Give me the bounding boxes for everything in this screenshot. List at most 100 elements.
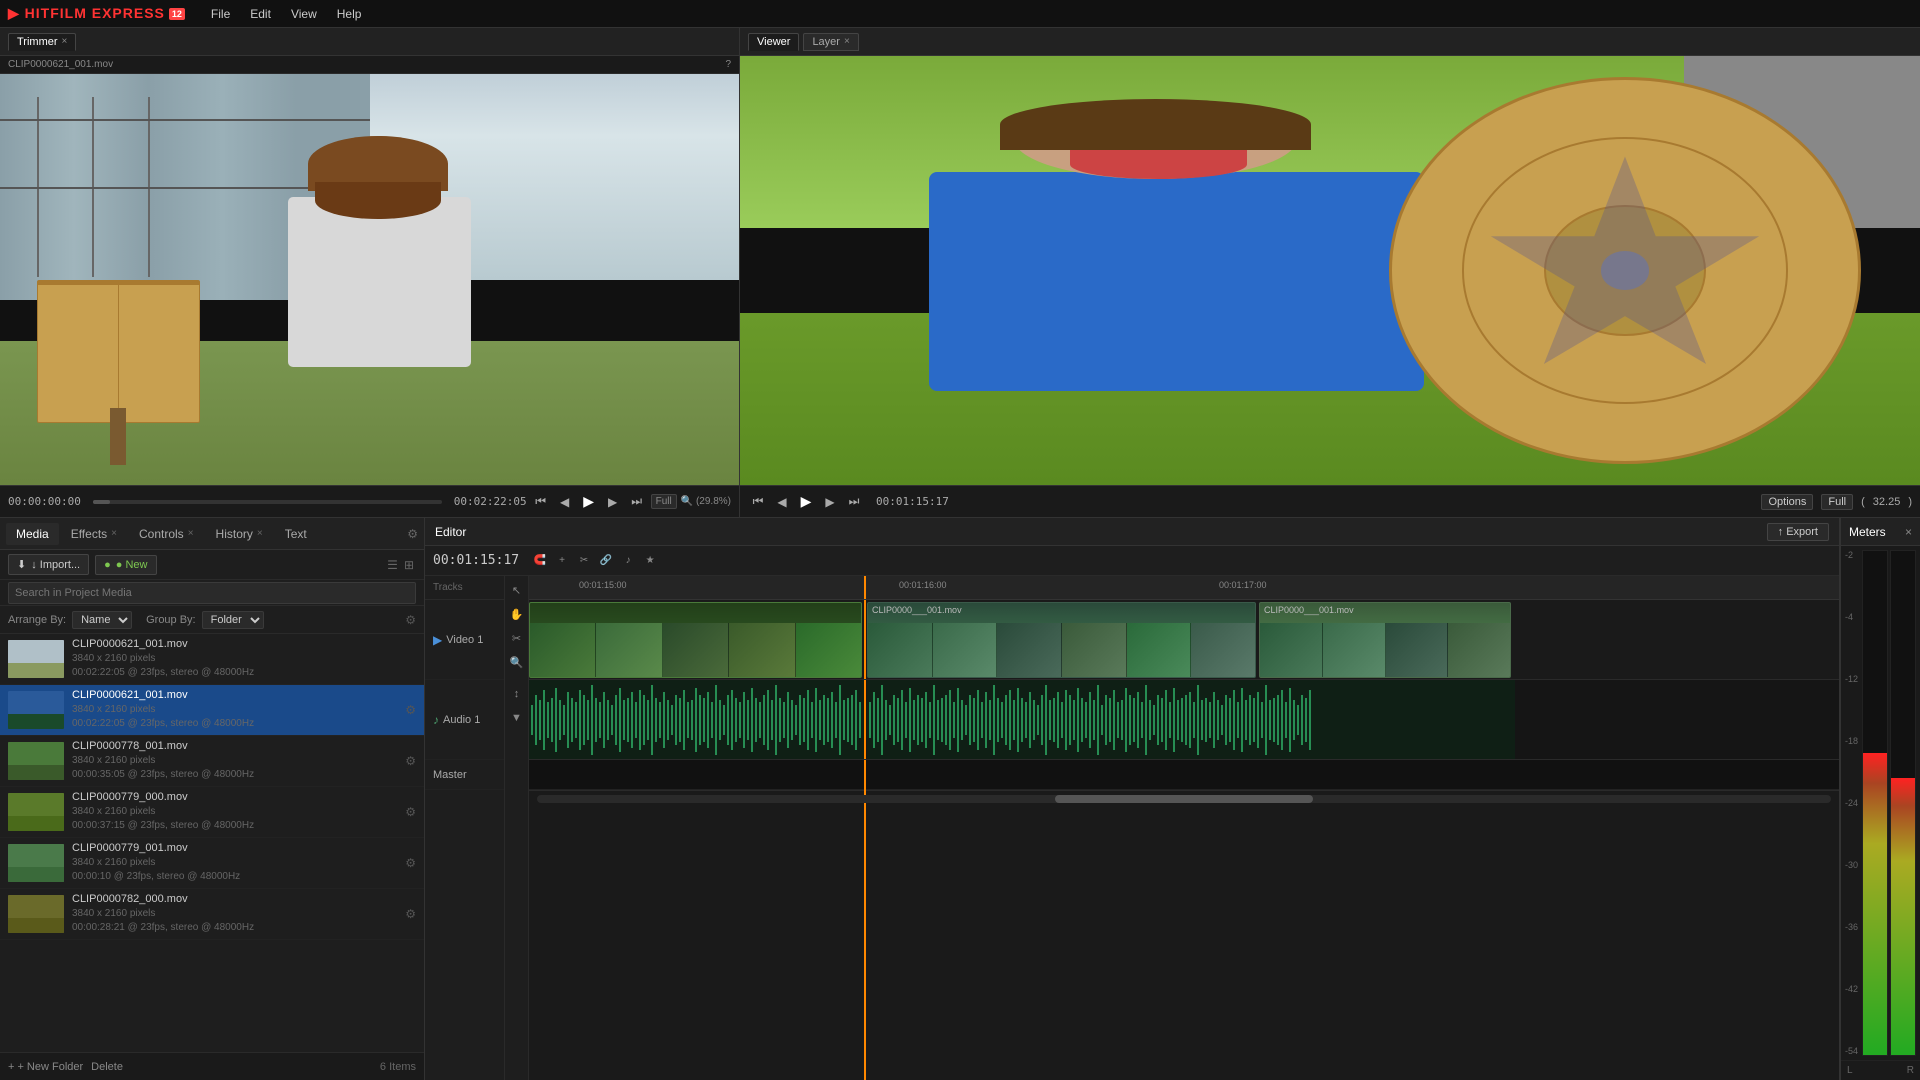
list-item[interactable]: CLIP0000621_001.mov 3840 x 2160 pixels00… — [0, 634, 424, 685]
arrange-settings-icon[interactable]: ⚙ — [405, 613, 416, 627]
new-folder-button[interactable]: + + New Folder — [8, 1061, 83, 1073]
viewer-step-back-btn[interactable]: ◀ — [772, 492, 792, 512]
search-bar — [0, 580, 424, 606]
step-back-btn[interactable]: ◀ — [555, 492, 575, 512]
editor-panel: Editor ↑ Export 00:01:15:17 🧲 + ✂ 🔗 ♪ ★ … — [425, 518, 1840, 1080]
effects-tab-close[interactable]: × — [111, 528, 117, 539]
next-frame-btn[interactable]: ⏭ — [627, 492, 647, 512]
tab-controls[interactable]: Controls × — [129, 523, 204, 545]
tool-down[interactable]: ▼ — [507, 708, 527, 728]
trimmer-zoom-controls: Full 🔍 (29.8%) — [651, 494, 731, 509]
viewer-zoom-value: 32.25 — [1873, 496, 1901, 508]
tab-media[interactable]: Media — [6, 523, 59, 545]
trimmer-panel: Trimmer × CLIP0000621_001.mov ? — [0, 28, 740, 517]
viewer-full-btn[interactable]: Full — [1821, 494, 1853, 510]
media-gear-5[interactable]: ⚙ — [405, 856, 416, 870]
editor-add-btn[interactable]: + — [553, 552, 571, 570]
panel-settings-icon[interactable]: ⚙ — [407, 527, 418, 541]
menu-view[interactable]: View — [281, 0, 327, 28]
tool-spacer[interactable]: ↕ — [507, 684, 527, 704]
scroll-track[interactable] — [537, 795, 1831, 803]
layer-tab[interactable]: Layer × — [803, 33, 858, 51]
viewer-play-btn[interactable]: ▶ — [796, 492, 816, 512]
timeline-ruler[interactable]: 00:01:15:00 00:01:16:00 00:01:17:00 — [529, 576, 1839, 600]
tab-effects[interactable]: Effects × — [61, 523, 127, 545]
audio-track-icon: ♪ — [433, 713, 439, 727]
list-item[interactable]: CLIP0000779_000.mov 3840 x 2160 pixels00… — [0, 787, 424, 838]
editor-time: 00:01:15:17 — [433, 553, 519, 568]
viewer-options-btn[interactable]: Options — [1761, 494, 1813, 510]
media-info-1: CLIP0000621_001.mov 3840 x 2160 pixels00… — [72, 638, 416, 680]
delete-button[interactable]: Delete — [91, 1061, 123, 1073]
step-forward-btn[interactable]: ▶ — [603, 492, 623, 512]
tab-text[interactable]: Text — [275, 523, 317, 545]
tool-zoom[interactable]: 🔍 — [507, 652, 527, 672]
video-track-icon: ▶ — [433, 633, 442, 647]
editor-scissor-btn[interactable]: ✂ — [575, 552, 593, 570]
play-btn[interactable]: ▶ — [579, 492, 599, 512]
new-button[interactable]: ● ● New — [95, 555, 156, 575]
viewer-time: 00:01:15:17 — [876, 495, 949, 508]
trimmer-zoom-icon[interactable]: 🔍 (29.8%) — [681, 496, 731, 507]
editor-audio-btn[interactable]: ♪ — [619, 552, 637, 570]
export-button[interactable]: ↑ Export — [1767, 523, 1829, 541]
layer-tab-close[interactable]: × — [844, 36, 850, 47]
arrange-by-select[interactable]: Name — [72, 611, 132, 629]
meters-close-btn[interactable]: × — [1905, 525, 1912, 539]
import-button[interactable]: ⬇ ↓ Import... — [8, 554, 89, 575]
playhead-ruler — [864, 576, 866, 599]
trimmer-scrub-bar[interactable] — [93, 500, 442, 504]
media-gear-6[interactable]: ⚙ — [405, 907, 416, 921]
viewer-prev-btn[interactable]: ⏮ — [748, 492, 768, 512]
viewer-next-btn[interactable]: ⏭ — [844, 492, 864, 512]
video-clip-right[interactable]: CLIP0000___001.mov — [1259, 602, 1511, 678]
list-item[interactable]: CLIP0000621_001.mov 3840 x 2160 pixels00… — [0, 685, 424, 736]
scroll-thumb[interactable] — [1055, 795, 1314, 803]
playhead-audio — [864, 680, 866, 759]
group-by-select[interactable]: Folder — [202, 611, 264, 629]
media-info-6: CLIP0000782_000.mov 3840 x 2160 pixels00… — [72, 893, 397, 935]
media-meta-4: 3840 x 2160 pixels00:00:37:15 @ 23fps, s… — [72, 805, 397, 833]
tool-arrow[interactable]: ↖ — [507, 580, 527, 600]
trimmer-full-label[interactable]: Full — [651, 494, 677, 509]
controls-tab-close[interactable]: × — [188, 528, 194, 539]
list-view-icon[interactable]: ☰ — [385, 556, 400, 574]
list-item[interactable]: CLIP0000782_000.mov 3840 x 2160 pixels00… — [0, 889, 424, 940]
history-tab-close[interactable]: × — [257, 528, 263, 539]
trimmer-help-icon[interactable]: ? — [725, 59, 731, 70]
media-info-3: CLIP0000778_001.mov 3840 x 2160 pixels00… — [72, 740, 397, 782]
viewer-tab[interactable]: Viewer — [748, 33, 799, 51]
menu-edit[interactable]: Edit — [240, 0, 281, 28]
audio-track-label: ♪ Audio 1 — [425, 680, 504, 760]
left-panel-tabs: Media Effects × Controls × History × Tex… — [0, 518, 424, 550]
media-gear-4[interactable]: ⚙ — [405, 805, 416, 819]
tool-hand[interactable]: ✋ — [507, 604, 527, 624]
viewer-step-fwd-btn[interactable]: ▶ — [820, 492, 840, 512]
menu-help[interactable]: Help — [327, 0, 372, 28]
tool-razor[interactable]: ✂ — [507, 628, 527, 648]
editor-link-btn[interactable]: 🔗 — [597, 552, 615, 570]
trimmer-tab[interactable]: Trimmer × — [8, 33, 76, 51]
menu-file[interactable]: File — [201, 0, 240, 28]
viewer-tab-bar: Viewer Layer × — [740, 28, 1920, 56]
prev-frame-btn[interactable]: ⏮ — [531, 492, 551, 512]
media-thumb-5 — [8, 844, 64, 882]
media-list: CLIP0000621_001.mov 3840 x 2160 pixels00… — [0, 634, 424, 1052]
media-info-5: CLIP0000779_001.mov 3840 x 2160 pixels00… — [72, 842, 397, 884]
timeline-scrollbar[interactable] — [529, 790, 1839, 806]
meters-footer: L R — [1841, 1060, 1920, 1080]
grid-view-icon[interactable]: ⊞ — [402, 556, 416, 574]
search-input[interactable] — [8, 582, 416, 604]
trimmer-tab-close[interactable]: × — [62, 36, 68, 47]
video-clip-middle[interactable]: CLIP0000___001.mov — [867, 602, 1256, 678]
editor-effects-btn[interactable]: ★ — [641, 552, 659, 570]
video-clip-left[interactable] — [529, 602, 862, 678]
media-gear-3[interactable]: ⚙ — [405, 754, 416, 768]
list-item[interactable]: CLIP0000778_001.mov 3840 x 2160 pixels00… — [0, 736, 424, 787]
editor-tools-sidebar: ↖ ✋ ✂ 🔍 ↕ ▼ — [505, 576, 529, 1080]
media-gear-2[interactable]: ⚙ — [405, 703, 416, 717]
video-track: CLIP0000___001.mov — [529, 600, 1839, 680]
list-item[interactable]: CLIP0000779_001.mov 3840 x 2160 pixels00… — [0, 838, 424, 889]
editor-snap-btn[interactable]: 🧲 — [531, 552, 549, 570]
tab-history[interactable]: History × — [206, 523, 273, 545]
